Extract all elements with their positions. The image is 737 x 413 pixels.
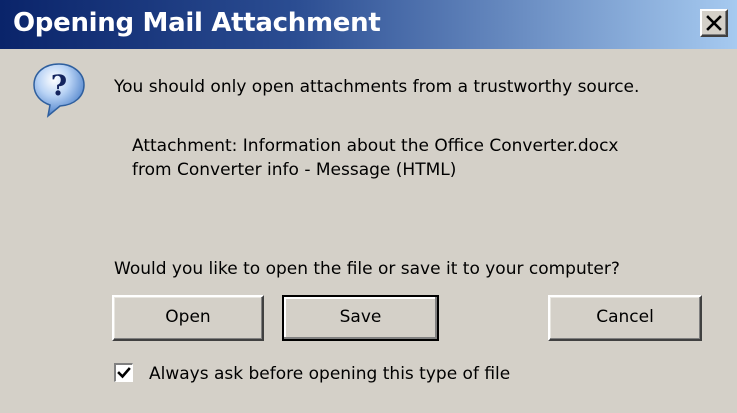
question-icon: ? xyxy=(33,63,85,118)
svg-text:?: ? xyxy=(51,69,67,102)
title-bar[interactable]: Opening Mail Attachment xyxy=(0,0,737,49)
attachment-source-text: from Converter info - Message (HTML) xyxy=(132,160,457,180)
open-or-save-question: Would you like to open the file or save … xyxy=(114,259,620,279)
cancel-button[interactable]: Cancel xyxy=(548,295,702,341)
trust-warning-text: You should only open attachments from a … xyxy=(114,77,640,97)
always-ask-label[interactable]: Always ask before opening this type of f… xyxy=(149,362,510,386)
close-button[interactable] xyxy=(700,9,728,37)
close-icon xyxy=(706,15,722,31)
checkmark-icon xyxy=(117,367,131,379)
open-button[interactable]: Open xyxy=(112,295,264,341)
always-ask-checkbox[interactable] xyxy=(114,363,133,382)
opening-mail-attachment-dialog: Opening Mail Attachment ? You should onl… xyxy=(0,0,737,413)
attachment-name-text: Attachment: Information about the Office… xyxy=(132,136,619,156)
dialog-title: Opening Mail Attachment xyxy=(13,8,381,38)
save-button[interactable]: Save xyxy=(282,295,439,341)
